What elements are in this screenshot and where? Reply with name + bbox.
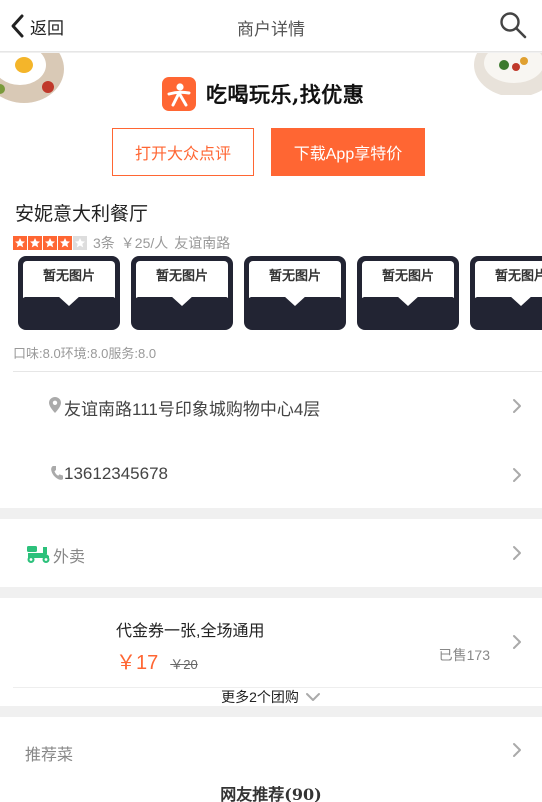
- page: 返回 商户详情 吃喝玩乐,找优惠 打开大众点评 下载App享特价 安妮意大利餐厅…: [0, 0, 542, 802]
- app-promo-banner: 吃喝玩乐,找优惠 打开大众点评 下载App享特价: [0, 53, 542, 188]
- shop-area: 友谊南路: [174, 235, 231, 251]
- star-filled-icon: [58, 236, 72, 250]
- no-photo-label: 暂无图片: [494, 268, 542, 283]
- food-dish-image: [474, 53, 542, 95]
- recommend-section: 推荐菜 网友推荐(90): [0, 717, 542, 802]
- food-plate-image: [0, 53, 64, 103]
- shop-name: 安妮意大利餐厅: [15, 203, 149, 225]
- no-photo-label: 暂无图片: [381, 268, 434, 283]
- mountain-placeholder-icon: [475, 284, 542, 306]
- deal-item[interactable]: 代金券一张,全场通用 ￥17 ￥20 已售173: [0, 598, 542, 687]
- takeout-label: 外卖: [53, 549, 86, 566]
- phone-row[interactable]: 13612345678: [0, 443, 542, 507]
- recommend-label: 推荐菜: [25, 747, 74, 764]
- avg-price: ￥25/人: [120, 235, 169, 251]
- review-count: 3条: [93, 235, 115, 251]
- deal-price-now: ￥17: [116, 652, 159, 674]
- deal-title: 代金券一张,全场通用: [116, 623, 265, 640]
- no-photo-label: 暂无图片: [268, 268, 321, 283]
- shop-info-card: 安妮意大利餐厅 3条 ￥25/人 友谊南路 暂无图片 暂无图片 暂无图片 暂无图片 暂无…: [0, 188, 542, 508]
- photo-placeholder[interactable]: 暂无图片: [470, 256, 542, 330]
- slogan-text: 吃喝玩乐,找优惠: [206, 82, 365, 107]
- brand-slogan: 吃喝玩乐,找优惠: [162, 77, 364, 111]
- more-deals-label: 更多2个团购: [221, 688, 299, 705]
- star-filled-icon: [13, 236, 27, 250]
- chevron-right-icon: [513, 743, 521, 757]
- star-filled-icon: [43, 236, 57, 250]
- open-dianping-button[interactable]: 打开大众点评: [112, 128, 254, 176]
- phone-number: 13612345678: [64, 464, 169, 483]
- chevron-right-icon: [513, 635, 521, 649]
- top-nav-bar: 返回 商户详情: [0, 0, 542, 52]
- address-row[interactable]: 友谊南路111号印象城购物中心4层: [0, 374, 542, 438]
- deal-sold-count: 已售173: [438, 647, 490, 663]
- photo-placeholder[interactable]: 暂无图片: [131, 256, 233, 330]
- mountain-placeholder-icon: [23, 284, 115, 306]
- address-text: 友谊南路111号印象城购物中心4层: [64, 400, 321, 419]
- photo-placeholder[interactable]: 暂无图片: [357, 256, 459, 330]
- photo-gallery[interactable]: 暂无图片 暂无图片 暂无图片 暂无图片 暂无图片: [18, 256, 542, 330]
- score-summary: 口味:8.0环境:8.0服务:8.0: [13, 346, 157, 361]
- recommend-dishes-row[interactable]: 推荐菜: [0, 717, 542, 779]
- chevron-right-icon: [513, 399, 521, 413]
- group-deal-section: 代金券一张,全场通用 ￥17 ￥20 已售173 更多2个团购: [0, 598, 542, 706]
- page-title: 商户详情: [237, 20, 305, 39]
- more-deals-button[interactable]: 更多2个团购: [0, 687, 542, 706]
- star-empty-icon: [73, 236, 87, 250]
- chevron-right-icon: [513, 468, 521, 482]
- photo-placeholder[interactable]: 暂无图片: [18, 256, 120, 330]
- no-photo-label: 暂无图片: [155, 268, 208, 283]
- divider: [13, 371, 542, 372]
- photo-placeholder[interactable]: 暂无图片: [244, 256, 346, 330]
- mountain-placeholder-icon: [136, 284, 228, 306]
- netizen-recommend-heading: 网友推荐(90): [220, 785, 322, 802]
- phone-icon: [51, 466, 63, 480]
- download-app-button[interactable]: 下载App享特价: [271, 128, 425, 176]
- delivery-scooter-icon: [27, 546, 50, 563]
- mountain-placeholder-icon: [249, 284, 341, 306]
- chevron-right-icon: [513, 546, 521, 560]
- no-photo-label: 暂无图片: [42, 268, 95, 283]
- deal-price: ￥17 ￥20: [116, 646, 198, 675]
- star-rating: [13, 236, 87, 250]
- shop-meta: 3条 ￥25/人 友谊南路: [13, 233, 230, 253]
- star-filled-icon: [28, 236, 42, 250]
- location-pin-icon: [49, 397, 61, 413]
- dianping-logo-icon: [162, 77, 196, 111]
- search-icon[interactable]: [498, 10, 528, 40]
- deal-price-original: ￥20: [170, 657, 198, 672]
- chevron-down-icon: [305, 692, 320, 701]
- mountain-placeholder-icon: [362, 284, 454, 306]
- takeout-row[interactable]: 外卖: [0, 519, 542, 587]
